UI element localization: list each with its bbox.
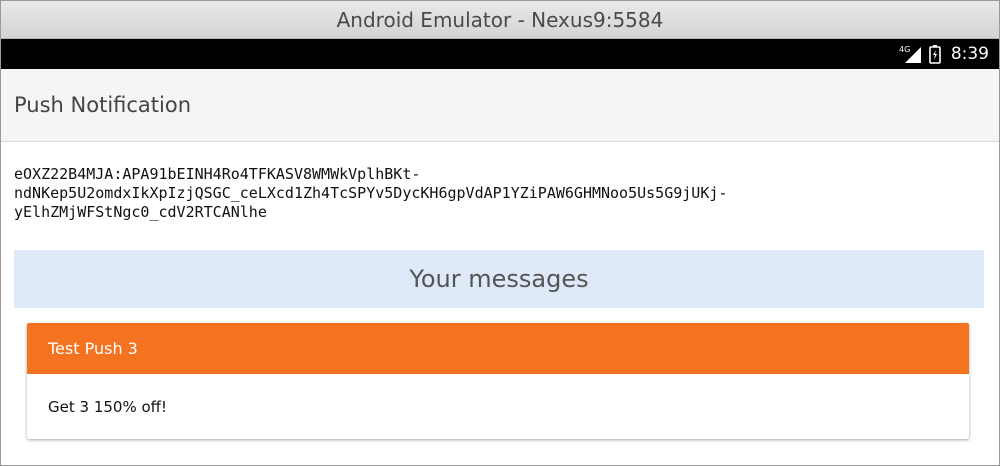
token-line: eOXZ22B4MJA:APA91bEINH4Ro4TFKASV8WMWkVpl… <box>14 165 421 183</box>
message-card[interactable]: Test Push 3 Get 3 150% off! <box>27 323 969 439</box>
android-status-bar: 4G 8:39 <box>1 39 999 69</box>
message-body: Get 3 150% off! <box>48 397 167 416</box>
window-title: Android Emulator - Nexus9:5584 <box>336 7 664 32</box>
device-token: eOXZ22B4MJA:APA91bEINH4Ro4TFKASV8WMWkVpl… <box>14 165 984 222</box>
signal-icon: 4G <box>899 44 923 64</box>
app-toolbar: Push Notification <box>1 69 999 142</box>
page-title: Push Notification <box>14 93 192 117</box>
emulator-title-bar[interactable]: Android Emulator - Nexus9:5584 <box>1 1 999 39</box>
message-card-header: Test Push 3 <box>27 323 969 374</box>
emulator-window: Android Emulator - Nexus9:5584 4G 8:39 P… <box>0 0 1000 466</box>
network-type-label: 4G <box>899 45 910 54</box>
message-title: Test Push 3 <box>48 339 138 358</box>
messages-heading: Your messages <box>409 265 589 293</box>
token-line: yElhZMjWFStNgc0_cdV2RTCANlhe <box>14 203 267 221</box>
messages-heading-bar: Your messages <box>14 250 984 308</box>
status-time: 8:39 <box>950 44 989 64</box>
token-line: ndNKep5U2omdxIkXpIzjQSGC_ceLXcd1Zh4TcSPY… <box>14 184 728 202</box>
battery-icon <box>929 44 941 64</box>
message-card-body: Get 3 150% off! <box>27 374 969 439</box>
